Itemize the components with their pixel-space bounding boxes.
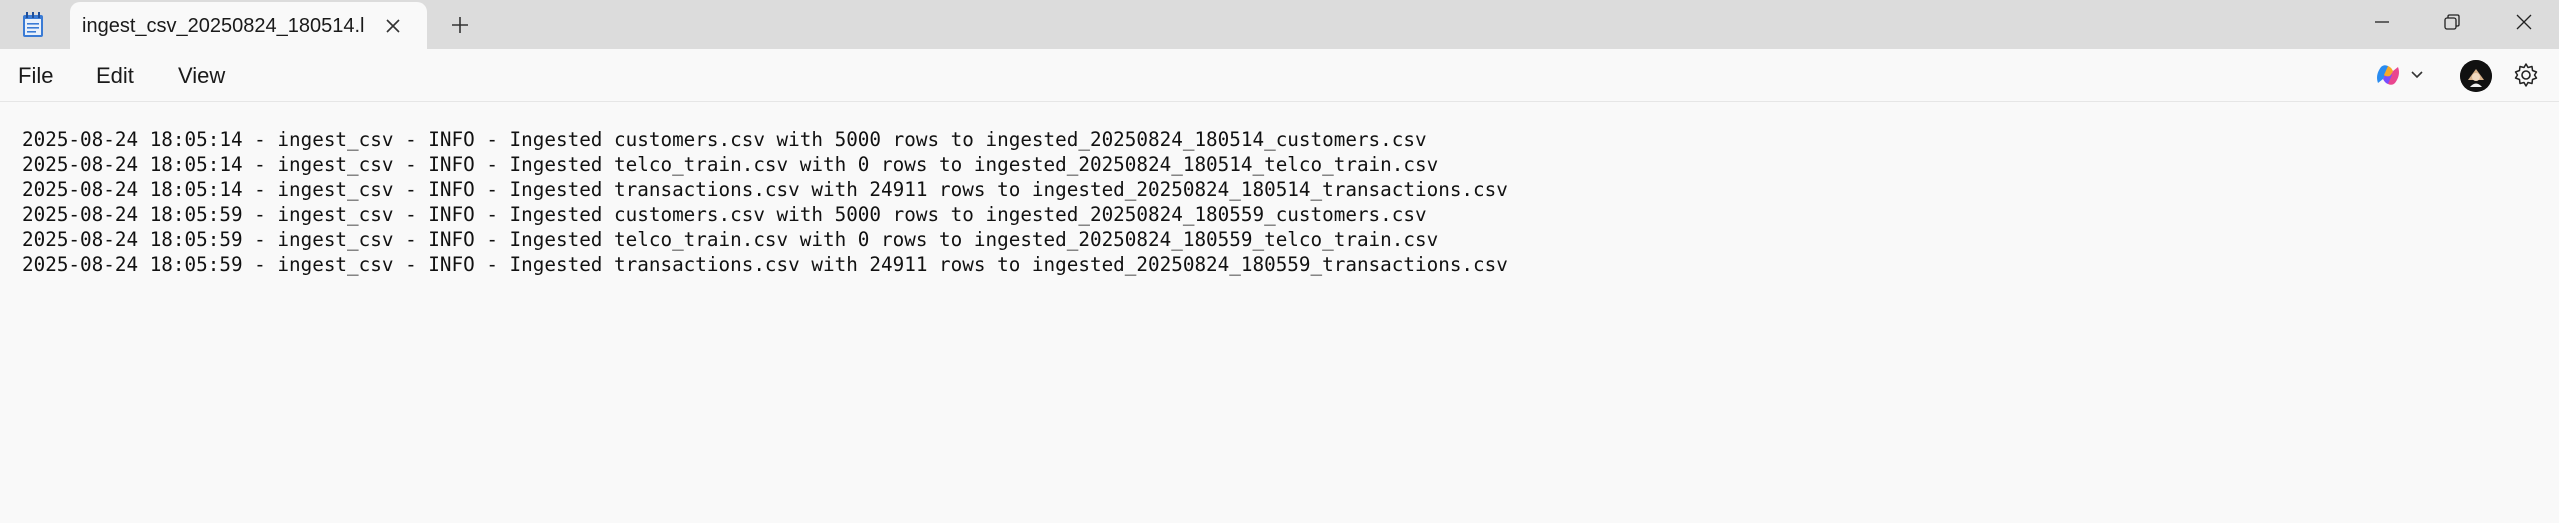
menu-edit[interactable]: Edit bbox=[96, 63, 134, 89]
title-bar: ingest_csv_20250824_180514.l bbox=[0, 0, 2559, 49]
restore-icon bbox=[2444, 14, 2460, 30]
log-line: 2025-08-24 18:05:14 - ingest_csv - INFO … bbox=[22, 153, 1439, 176]
log-line: 2025-08-24 18:05:14 - ingest_csv - INFO … bbox=[22, 128, 1427, 151]
chevron-down-icon bbox=[2411, 71, 2423, 79]
avatar[interactable] bbox=[2460, 60, 2492, 92]
document-tab[interactable]: ingest_csv_20250824_180514.l bbox=[70, 2, 427, 49]
menu-bar: File Edit View bbox=[0, 49, 2559, 102]
log-line: 2025-08-24 18:05:59 - ingest_csv - INFO … bbox=[22, 203, 1427, 226]
copilot-icon bbox=[2377, 65, 2399, 85]
text-editor[interactable]: 2025-08-24 18:05:14 - ingest_csv - INFO … bbox=[0, 103, 2559, 523]
menu-file[interactable]: File bbox=[18, 63, 53, 89]
menu-view[interactable]: View bbox=[178, 63, 225, 89]
log-line: 2025-08-24 18:05:59 - ingest_csv - INFO … bbox=[22, 228, 1439, 251]
copilot-button[interactable] bbox=[2372, 61, 2436, 89]
close-window-button[interactable] bbox=[2489, 0, 2559, 44]
minimize-icon bbox=[2375, 21, 2389, 23]
plus-icon[interactable] bbox=[448, 13, 472, 37]
restore-button[interactable] bbox=[2417, 0, 2487, 44]
log-line: 2025-08-24 18:05:59 - ingest_csv - INFO … bbox=[22, 253, 1508, 276]
minimize-button[interactable] bbox=[2347, 0, 2417, 44]
log-line: 2025-08-24 18:05:14 - ingest_csv - INFO … bbox=[22, 178, 1508, 201]
notepad-icon bbox=[22, 12, 44, 38]
gear-icon[interactable] bbox=[2512, 61, 2540, 89]
close-icon[interactable] bbox=[382, 15, 404, 37]
log-text: 2025-08-24 18:05:14 - ingest_csv - INFO … bbox=[22, 127, 1508, 277]
tab-title: ingest_csv_20250824_180514.l bbox=[82, 15, 365, 37]
close-icon bbox=[2516, 14, 2532, 30]
